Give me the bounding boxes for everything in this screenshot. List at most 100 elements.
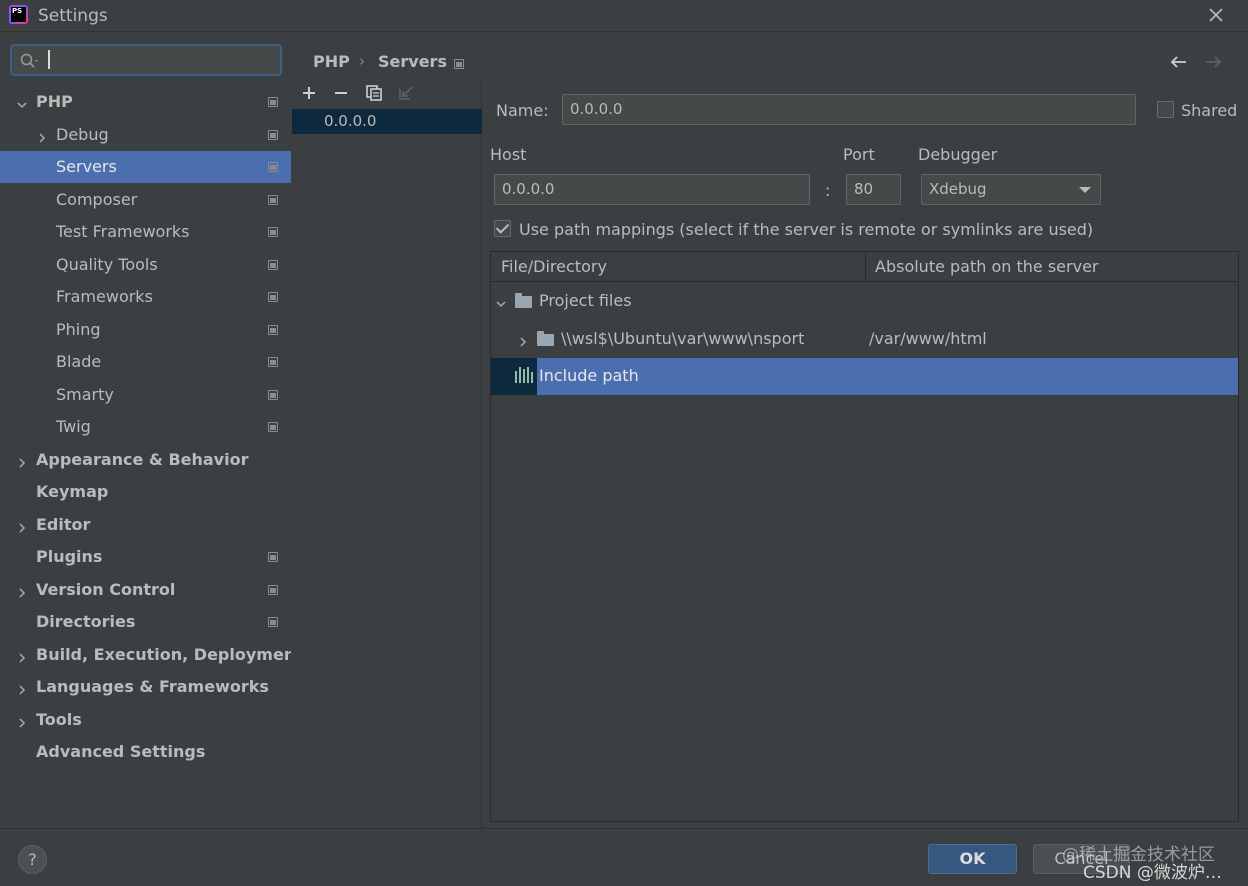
- chevron-right-icon[interactable]: [16, 649, 28, 663]
- sidebar-item-phing[interactable]: Phing: [0, 314, 291, 346]
- folder-icon: [537, 331, 554, 346]
- window-title: Settings: [38, 6, 108, 26]
- project-level-icon: [454, 59, 464, 69]
- debugger-label: Debugger: [918, 145, 998, 164]
- sidebar-item-label: Debug: [56, 125, 109, 144]
- sidebar-item-frameworks[interactable]: Frameworks: [0, 281, 291, 313]
- server-config-form: Name: 0.0.0.0 Shared Host Port Debugger …: [483, 79, 1248, 828]
- column-divider[interactable]: [865, 252, 866, 282]
- library-bar: [519, 367, 521, 383]
- sidebar-item-label: Twig: [56, 417, 91, 436]
- chevron-right-icon[interactable]: [16, 714, 28, 728]
- include-path-label: Include path: [539, 366, 639, 385]
- project-level-icon: [268, 260, 278, 270]
- help-icon: ?: [28, 850, 37, 869]
- path-mappings-label: Use path mappings (select if the server …: [519, 220, 1094, 239]
- sidebar-item-label: Version Control: [36, 580, 176, 599]
- table-row-project-files[interactable]: Project files: [491, 283, 1238, 320]
- project-level-icon: [268, 292, 278, 302]
- remove-icon[interactable]: [332, 84, 350, 102]
- chevron-right-icon[interactable]: [16, 454, 28, 468]
- chevron-right-icon[interactable]: [16, 519, 28, 533]
- copy-icon[interactable]: [365, 84, 383, 102]
- chevron-right-icon[interactable]: [517, 333, 529, 352]
- project-level-icon: [268, 585, 278, 595]
- path-mappings-checkbox[interactable]: [494, 220, 511, 237]
- table-header: File/Directory Absolute path on the serv…: [491, 252, 1238, 282]
- chevron-right-icon[interactable]: [36, 129, 48, 143]
- server-list-item[interactable]: 0.0.0.0: [292, 109, 482, 134]
- sidebar-item-plugins[interactable]: Plugins: [0, 541, 291, 573]
- search-icon[interactable]: [20, 53, 42, 73]
- sidebar-item-editor[interactable]: Editor: [0, 509, 291, 541]
- sidebar-item-appearance-behavior[interactable]: Appearance & Behavior: [0, 444, 291, 476]
- sidebar-item-directories[interactable]: Directories: [0, 606, 291, 638]
- import-icon[interactable]: [397, 84, 415, 102]
- sidebar-item-twig[interactable]: Twig: [0, 411, 291, 443]
- sidebar-item-version-control[interactable]: Version Control: [0, 574, 291, 606]
- sidebar-item-composer[interactable]: Composer: [0, 184, 291, 216]
- port-value: 80: [854, 180, 874, 198]
- chevron-right-icon[interactable]: [16, 584, 28, 598]
- include-path-icon: [491, 358, 537, 395]
- settings-sidebar: PHP Debug Servers Composer Test Framewor…: [0, 33, 303, 828]
- sidebar-item-label: Composer: [56, 190, 138, 209]
- chevron-right-icon[interactable]: [16, 681, 28, 695]
- forward-arrow-icon[interactable]: [1203, 52, 1223, 72]
- local-path: \\wsl$\Ubuntu\var\www\nsport: [561, 329, 805, 348]
- name-field[interactable]: 0.0.0.0: [562, 94, 1136, 125]
- sidebar-item-test-frameworks[interactable]: Test Frameworks: [0, 216, 291, 248]
- shared-label: Shared: [1181, 101, 1238, 120]
- sidebar-item-blade[interactable]: Blade: [0, 346, 291, 378]
- shared-checkbox[interactable]: [1157, 101, 1174, 118]
- ok-button[interactable]: OK: [928, 844, 1017, 874]
- sidebar-item-servers[interactable]: Servers: [0, 151, 291, 183]
- sidebar-item-advanced-settings[interactable]: Advanced Settings: [0, 736, 291, 768]
- column-header-server[interactable]: Absolute path on the server: [875, 257, 1098, 276]
- help-button[interactable]: ?: [18, 845, 47, 874]
- column-header-file[interactable]: File/Directory: [501, 257, 607, 276]
- breadcrumb-current: Servers: [378, 52, 447, 71]
- settings-search-box[interactable]: [10, 44, 282, 76]
- host-field[interactable]: 0.0.0.0: [494, 174, 810, 205]
- title-bar: PS Settings: [0, 0, 1248, 32]
- sidebar-item-smarty[interactable]: Smarty: [0, 379, 291, 411]
- breadcrumb-parent[interactable]: PHP: [313, 52, 350, 71]
- sidebar-item-keymap[interactable]: Keymap: [0, 476, 291, 508]
- chevron-down-icon[interactable]: [495, 295, 507, 314]
- project-level-icon: [268, 162, 278, 172]
- sidebar-item-label: Test Frameworks: [56, 222, 190, 241]
- add-icon[interactable]: [300, 84, 318, 102]
- sidebar-item-label: Directories: [36, 612, 136, 631]
- close-icon[interactable]: [1206, 5, 1226, 25]
- port-separator: :: [825, 181, 831, 200]
- name-label: Name:: [496, 101, 549, 120]
- sidebar-item-label: Plugins: [36, 547, 103, 566]
- folder-icon: [515, 293, 532, 308]
- port-field[interactable]: 80: [846, 174, 901, 205]
- table-row-include-path[interactable]: Include path: [491, 358, 1238, 395]
- sidebar-item-build-execution-deployment[interactable]: Build, Execution, Deployment: [0, 639, 303, 671]
- back-arrow-icon[interactable]: [1169, 52, 1189, 72]
- sidebar-item-tools[interactable]: Tools: [0, 704, 291, 736]
- library-bar: [515, 371, 517, 383]
- chevron-down-icon[interactable]: [16, 96, 28, 109]
- sidebar-item-label: Editor: [36, 515, 91, 534]
- debugger-dropdown[interactable]: Xdebug: [921, 174, 1101, 205]
- library-bar: [523, 369, 525, 383]
- sidebar-item-php[interactable]: PHP: [0, 86, 291, 118]
- table-row-wsl-path[interactable]: \\wsl$\Ubuntu\var\www\nsport /var/www/ht…: [491, 321, 1238, 358]
- project-level-icon: [268, 390, 278, 400]
- sidebar-item-label: Keymap: [36, 482, 109, 501]
- sidebar-item-quality-tools[interactable]: Quality Tools: [0, 249, 291, 281]
- sidebar-item-label: Quality Tools: [56, 255, 158, 274]
- port-label: Port: [843, 145, 875, 164]
- sidebar-item-label: Build, Execution, Deployment: [36, 645, 303, 664]
- app-icon-text: PS: [11, 7, 26, 22]
- server-path[interactable]: /var/www/html: [869, 329, 987, 348]
- sidebar-item-label: PHP: [36, 92, 73, 111]
- search-input[interactable]: [48, 49, 274, 71]
- sidebar-item-label: Servers: [56, 157, 117, 176]
- sidebar-item-debug[interactable]: Debug: [0, 119, 291, 151]
- sidebar-item-languages-frameworks[interactable]: Languages & Frameworks: [0, 671, 291, 703]
